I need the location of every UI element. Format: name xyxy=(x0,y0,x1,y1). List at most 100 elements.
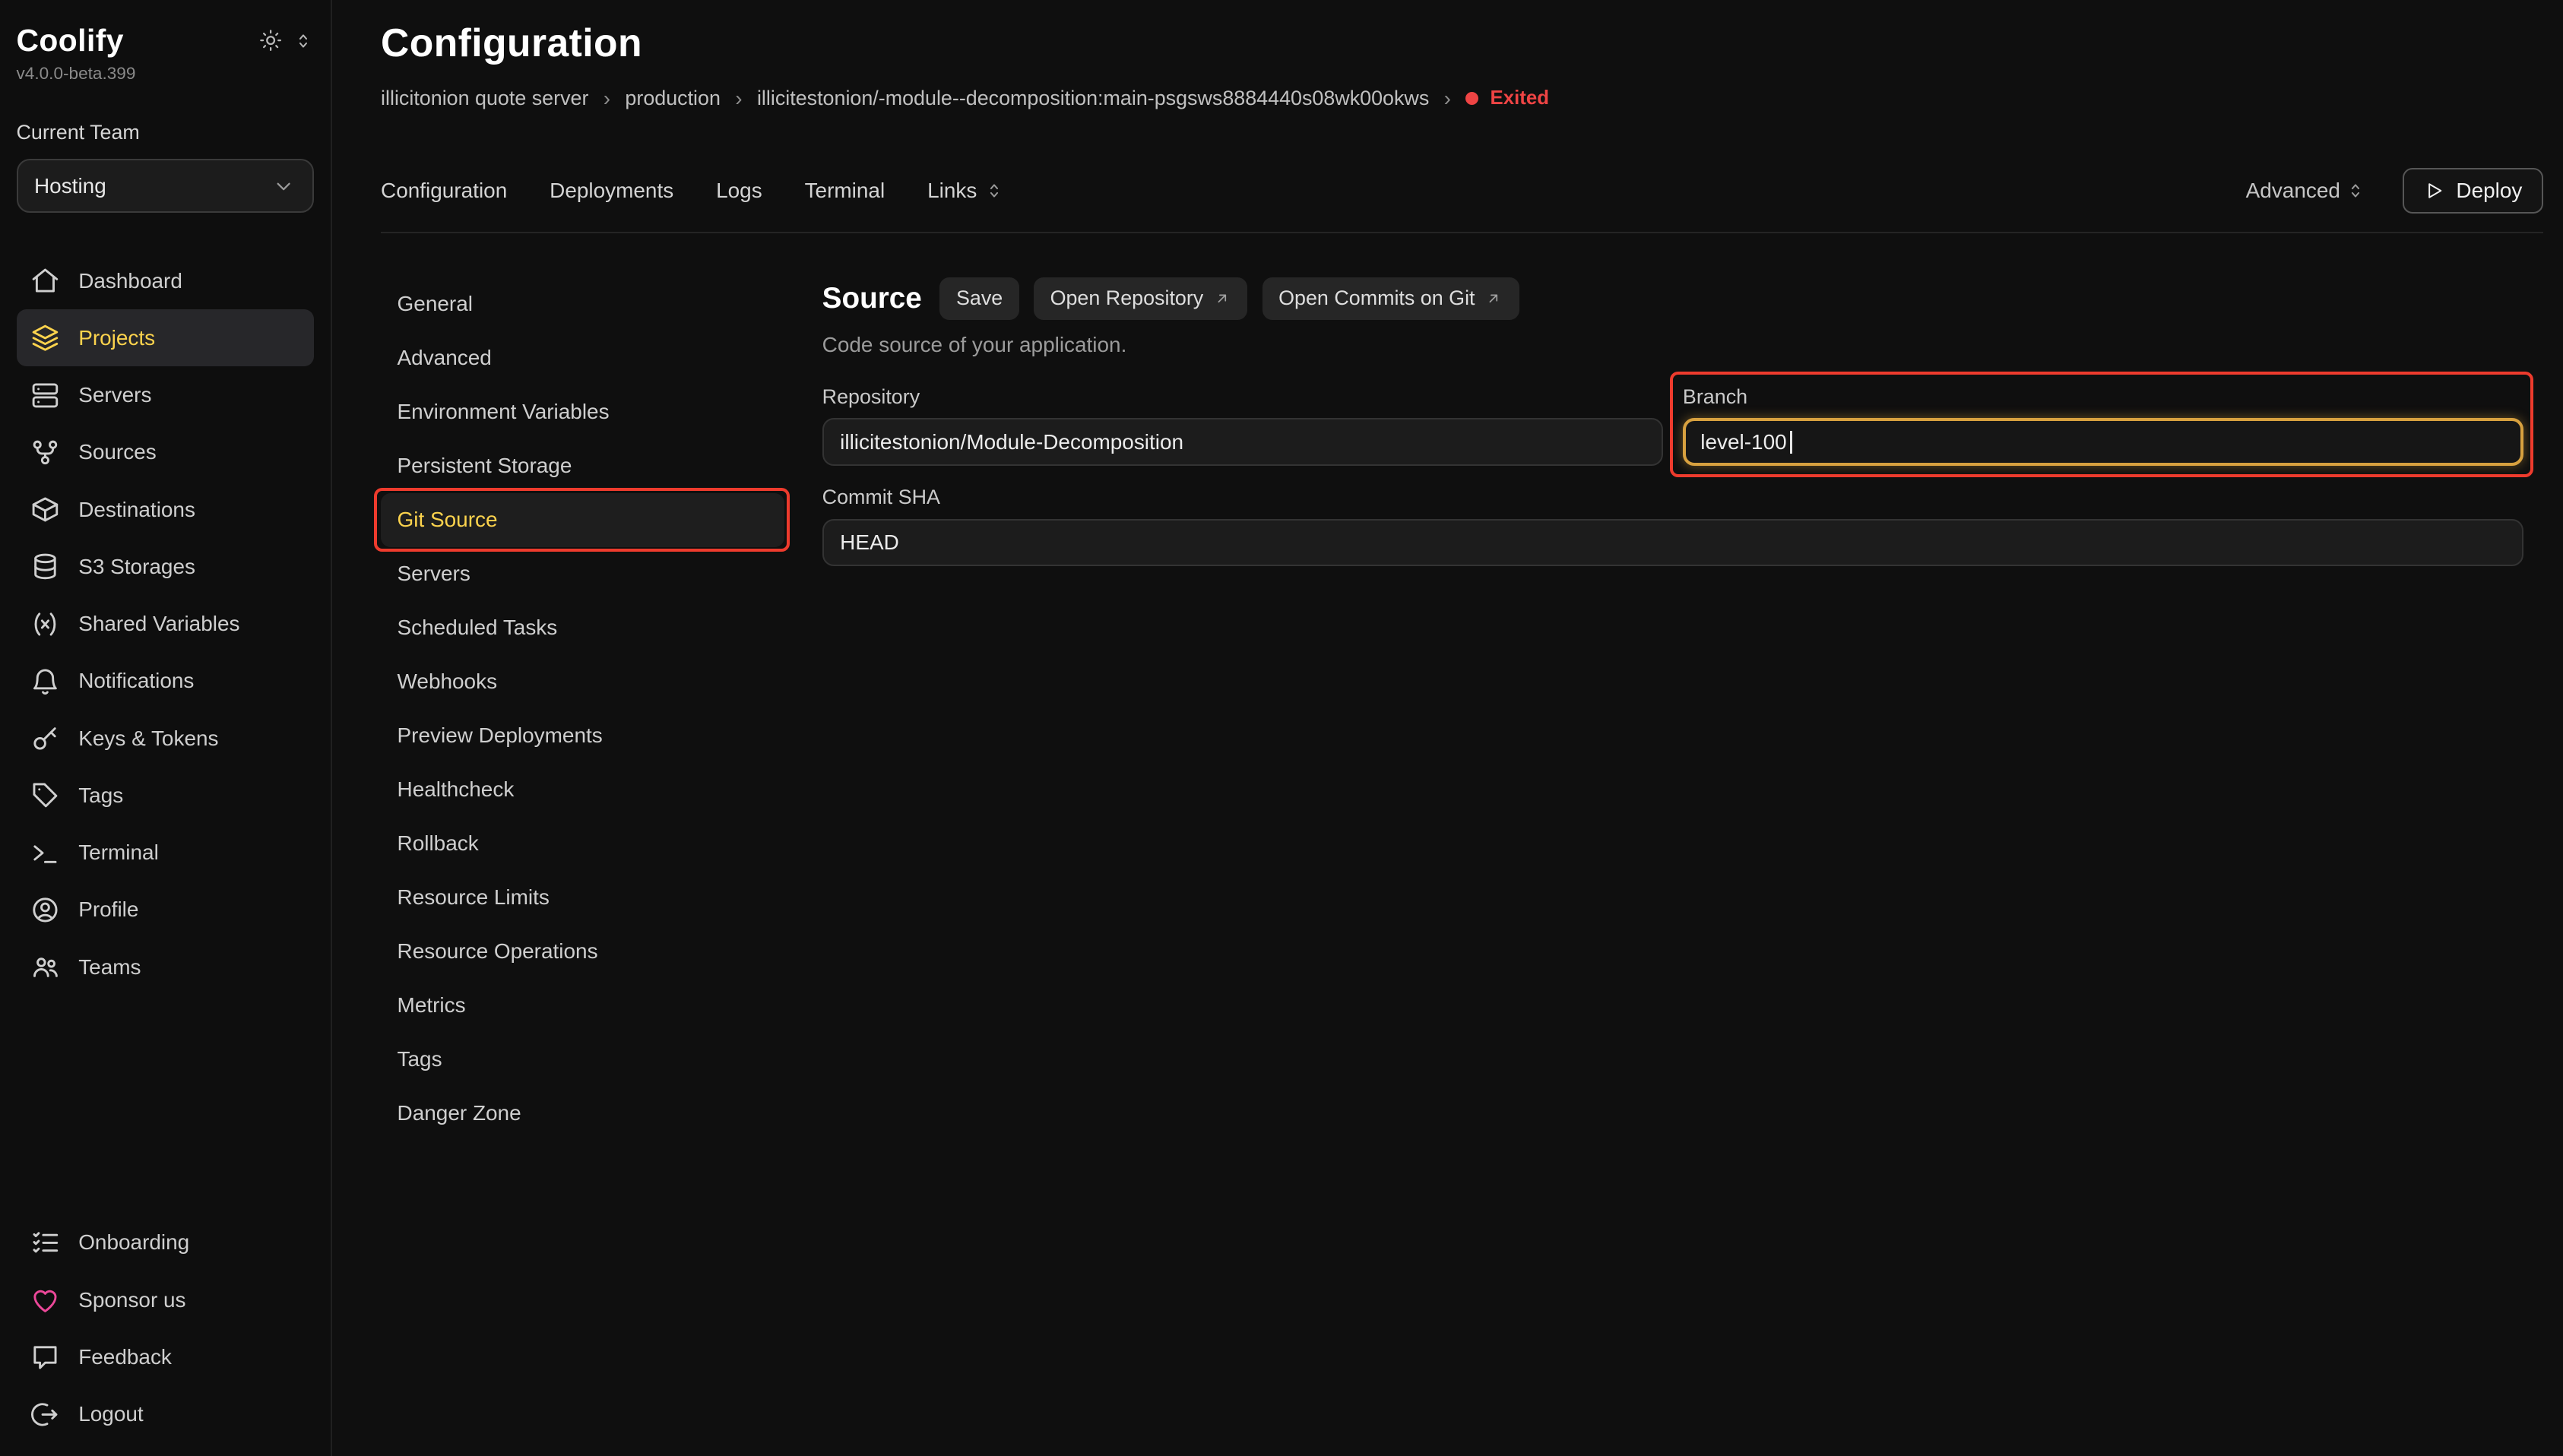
brand-icons xyxy=(258,28,314,52)
status-badge: Exited xyxy=(1465,87,1549,109)
tag-icon xyxy=(30,780,61,811)
sidebar-item-label: Profile xyxy=(78,897,138,922)
tab-logs[interactable]: Logs xyxy=(716,179,762,203)
sidebar-item-feedback[interactable]: Feedback xyxy=(17,1328,315,1385)
source-form: Repository illicitestonion/Module-Decomp… xyxy=(822,385,2524,566)
sidebar-item-terminal[interactable]: Terminal xyxy=(17,825,315,882)
subnav-item-resource-operations[interactable]: Resource Operations xyxy=(381,924,784,978)
chevron-updown-icon xyxy=(2345,180,2366,201)
branch-value: level-100 xyxy=(1700,430,1786,454)
sidebar-item-label: Dashboard xyxy=(78,269,182,293)
tab-deployments[interactable]: Deployments xyxy=(550,179,673,203)
current-team-label: Current Team xyxy=(17,121,315,144)
advanced-dropdown[interactable]: Advanced xyxy=(2246,179,2367,203)
chevron-right-separator: › xyxy=(735,87,742,111)
breadcrumb-environment[interactable]: production xyxy=(625,87,721,110)
sidebar-item-label: Projects xyxy=(78,326,155,350)
sidebar-item-dashboard[interactable]: Dashboard xyxy=(17,252,315,309)
open-commits-button[interactable]: Open Commits on Git xyxy=(1262,277,1519,320)
source-title: Source xyxy=(822,282,922,315)
sidebar-item-label: Logout xyxy=(78,1402,143,1426)
status-dot-icon xyxy=(1465,92,1478,105)
sidebar-item-label: Servers xyxy=(78,383,151,407)
branch-input[interactable]: level-100 xyxy=(1683,418,2523,465)
commit-sha-input[interactable]: HEAD xyxy=(822,519,2524,566)
chevron-down-icon xyxy=(271,174,296,198)
git-sources-icon xyxy=(30,437,61,468)
branch-label: Branch xyxy=(1683,385,2523,409)
sidebar-item-onboarding[interactable]: Onboarding xyxy=(17,1214,315,1271)
source-panel: Source Save Open Repository Open Commits… xyxy=(822,277,2544,1140)
tab-links[interactable]: Links xyxy=(927,179,1005,203)
sidebar-item-label: Teams xyxy=(78,955,141,980)
sidebar-item-notifications[interactable]: Notifications xyxy=(17,653,315,710)
subnav-item-general[interactable]: General xyxy=(381,277,784,331)
projects-layers-icon xyxy=(30,322,61,353)
sidebar-item-label: Sponsor us xyxy=(78,1288,185,1312)
checklist-icon xyxy=(30,1227,61,1258)
subnav-item-scheduled-tasks[interactable]: Scheduled Tasks xyxy=(381,601,784,655)
advanced-label: Advanced xyxy=(2246,179,2340,203)
sidebar-item-label: Keys & Tokens xyxy=(78,726,218,751)
users-icon xyxy=(30,951,61,983)
sidebar-footer-menu: Onboarding Sponsor us Feedback Logout xyxy=(17,1214,315,1443)
subnav-item-rollback[interactable]: Rollback xyxy=(381,816,784,870)
subnav-item-webhooks[interactable]: Webhooks xyxy=(381,655,784,709)
subnav-item-environment-variables[interactable]: Environment Variables xyxy=(381,385,784,439)
open-repository-label: Open Repository xyxy=(1050,286,1204,310)
branch-field: Branch level-100 xyxy=(1683,385,2523,466)
chevron-right-separator: › xyxy=(1444,87,1451,111)
bell-icon xyxy=(30,666,61,697)
tab-terminal[interactable]: Terminal xyxy=(805,179,885,203)
breadcrumb-resource[interactable]: illicitestonion/-module--decomposition:m… xyxy=(757,87,1429,110)
repository-input[interactable]: illicitestonion/Module-Decomposition xyxy=(822,418,1663,465)
save-button[interactable]: Save xyxy=(939,277,1019,320)
subnav-item-preview-deployments[interactable]: Preview Deployments xyxy=(381,709,784,763)
destinations-box-icon xyxy=(30,494,61,525)
sidebar-item-tags[interactable]: Tags xyxy=(17,767,315,824)
tab-configuration[interactable]: Configuration xyxy=(381,179,507,203)
sidebar-item-label: Feedback xyxy=(78,1345,172,1369)
sidebar-item-projects[interactable]: Projects xyxy=(17,309,315,366)
sidebar-item-label: Terminal xyxy=(78,840,159,865)
sidebar-item-servers[interactable]: Servers xyxy=(17,366,315,423)
repository-label: Repository xyxy=(822,385,1663,409)
subnav-item-advanced[interactable]: Advanced xyxy=(381,331,784,385)
subnav-item-healthcheck[interactable]: Healthcheck xyxy=(381,763,784,817)
subnav-item-git-source[interactable]: Git Source xyxy=(381,493,784,547)
source-panel-header: Source Save Open Repository Open Commits… xyxy=(822,277,2524,320)
deploy-button[interactable]: Deploy xyxy=(2403,168,2544,214)
subnav-item-tags[interactable]: Tags xyxy=(381,1032,784,1086)
instance-switcher-icon[interactable] xyxy=(293,30,314,52)
sidebar-item-logout[interactable]: Logout xyxy=(17,1386,315,1443)
sidebar-item-destinations[interactable]: Destinations xyxy=(17,481,315,538)
external-link-icon xyxy=(1213,290,1231,308)
save-label: Save xyxy=(956,286,1003,310)
breadcrumb: illicitonion quote server › production ›… xyxy=(381,87,2543,111)
configuration-subnav: General Advanced Environment Variables P… xyxy=(381,277,784,1140)
subnav-item-servers[interactable]: Servers xyxy=(381,547,784,601)
open-repository-button[interactable]: Open Repository xyxy=(1034,277,1247,320)
sidebar-item-label: Shared Variables xyxy=(78,612,239,636)
sidebar-item-label: Tags xyxy=(78,783,123,808)
theme-toggle-sun-icon[interactable] xyxy=(258,28,283,52)
repository-value: illicitestonion/Module-Decomposition xyxy=(840,430,1183,454)
subnav-item-resource-limits[interactable]: Resource Limits xyxy=(381,870,784,924)
subnav-item-danger-zone[interactable]: Danger Zone xyxy=(381,1086,784,1140)
sidebar-item-teams[interactable]: Teams xyxy=(17,938,315,995)
breadcrumb-project[interactable]: illicitonion quote server xyxy=(381,87,588,110)
text-cursor xyxy=(1790,431,1792,454)
sidebar-item-shared-variables[interactable]: Shared Variables xyxy=(17,595,315,652)
team-select[interactable]: Hosting xyxy=(17,159,315,213)
chevron-right-separator: › xyxy=(604,87,610,111)
sidebar-item-s3-storages[interactable]: S3 Storages xyxy=(17,538,315,595)
sidebar-item-keys-tokens[interactable]: Keys & Tokens xyxy=(17,710,315,767)
subnav-item-persistent-storage[interactable]: Persistent Storage xyxy=(381,439,784,493)
app-version: v4.0.0-beta.399 xyxy=(17,64,315,84)
sidebar-item-sponsor-us[interactable]: Sponsor us xyxy=(17,1271,315,1328)
tab-label: Links xyxy=(927,179,977,203)
sidebar-item-sources[interactable]: Sources xyxy=(17,424,315,481)
subnav-item-metrics[interactable]: Metrics xyxy=(381,978,784,1032)
sidebar: Coolify v4.0.0-beta.399 Current Team Hos… xyxy=(0,0,332,1456)
sidebar-item-profile[interactable]: Profile xyxy=(17,882,315,938)
